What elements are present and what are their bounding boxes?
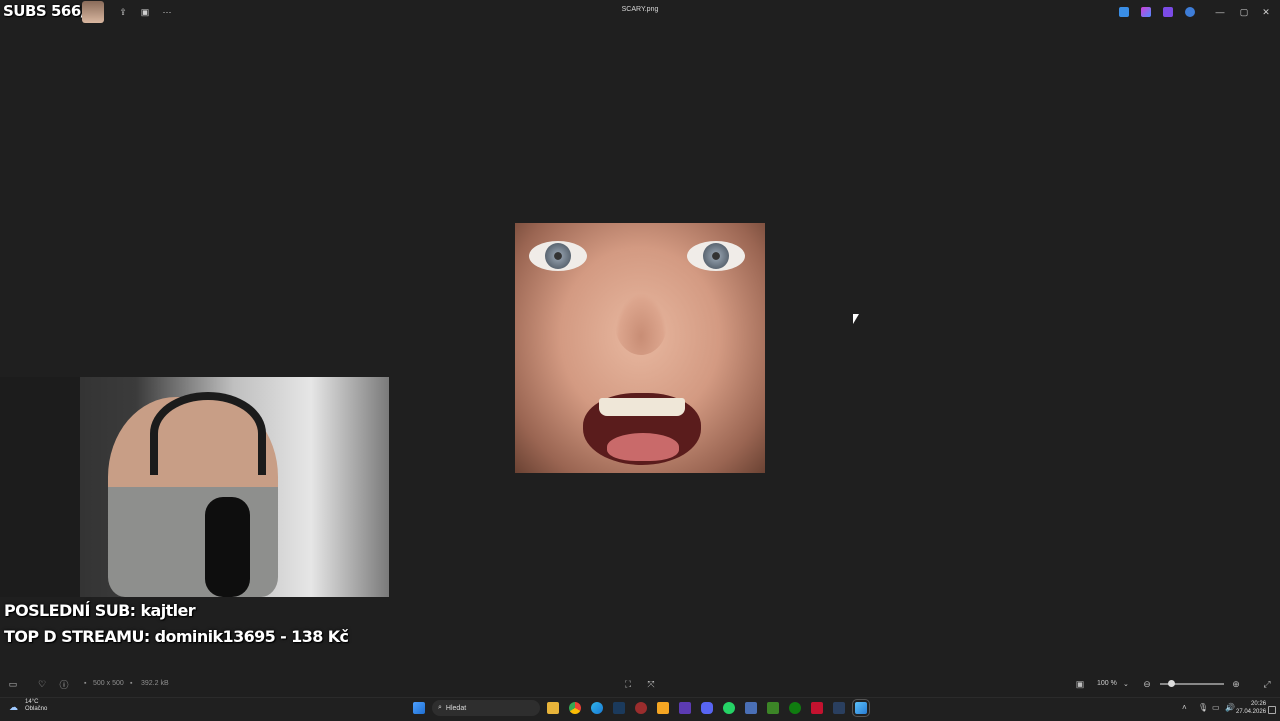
minecraft-icon[interactable] bbox=[767, 702, 779, 714]
microphone-tray-icon[interactable]: 🎙 bbox=[1198, 703, 1208, 712]
file-size: 392.2 kB bbox=[141, 680, 169, 687]
clock-date: 27.04.2026 bbox=[1236, 709, 1267, 715]
edge-icon[interactable] bbox=[591, 702, 603, 714]
image-dimensions: 500 x 500 bbox=[93, 680, 124, 687]
zoom-out-icon[interactable]: ⊖ bbox=[1141, 678, 1153, 690]
clipchamp-app-icon[interactable] bbox=[1163, 7, 1173, 17]
minimize-button[interactable]: — bbox=[1212, 4, 1228, 20]
teeth bbox=[599, 398, 685, 416]
edit-image-icon[interactable]: ▣ bbox=[138, 5, 152, 19]
filmstrip-icon[interactable]: ▭ bbox=[7, 678, 19, 690]
microphone bbox=[205, 497, 250, 597]
onedrive-icon[interactable] bbox=[1185, 7, 1195, 17]
search-placeholder: Hledat bbox=[445, 704, 467, 712]
app-icon-blue[interactable] bbox=[745, 702, 757, 714]
app-icon-purple[interactable] bbox=[679, 702, 691, 714]
favorite-icon[interactable]: ♡ bbox=[36, 678, 48, 690]
weather-desc: Oblačno bbox=[25, 706, 48, 712]
file-size-icon: ▪ bbox=[130, 680, 133, 687]
chrome-icon[interactable] bbox=[569, 702, 581, 714]
photos-app-icon[interactable] bbox=[852, 699, 870, 717]
xbox-icon[interactable] bbox=[789, 702, 801, 714]
zoom-slider-knob[interactable] bbox=[1168, 680, 1175, 687]
weather-temp: 14°C bbox=[25, 699, 39, 705]
file-explorer-icon[interactable] bbox=[547, 702, 559, 714]
clock-time: 20:26 bbox=[1251, 701, 1267, 707]
start-button[interactable] bbox=[413, 702, 425, 714]
webcam-shelf bbox=[0, 377, 80, 597]
tray-chevron-up-icon[interactable]: ˄ bbox=[1182, 703, 1187, 712]
nose bbox=[615, 293, 667, 355]
volume-icon[interactable]: 🔊 bbox=[1225, 703, 1235, 712]
weather-icon[interactable]: ☁ bbox=[9, 702, 18, 713]
share-icon[interactable]: ⇪ bbox=[116, 5, 130, 19]
discord-icon[interactable] bbox=[701, 702, 713, 714]
fullscreen-icon[interactable]: ⤢ bbox=[1261, 678, 1273, 690]
app-icon-a[interactable] bbox=[811, 702, 823, 714]
app-icon-red[interactable] bbox=[635, 702, 647, 714]
info-icon[interactable]: ⓘ bbox=[58, 678, 70, 690]
taskbar-clock[interactable]: 20:26 27.04.2026 bbox=[1236, 700, 1266, 716]
weather-widget[interactable]: 14°C Oblačno bbox=[25, 699, 47, 713]
status-bar bbox=[0, 674, 1280, 694]
webcam-overlay bbox=[0, 377, 389, 597]
left-eye bbox=[529, 241, 587, 271]
network-icon[interactable]: ▭ bbox=[1212, 703, 1220, 712]
notification-icon[interactable] bbox=[1268, 706, 1276, 714]
window-title: SCARY.png bbox=[621, 6, 659, 13]
close-button[interactable]: ✕ bbox=[1258, 4, 1274, 20]
zoom-level[interactable]: 100 % bbox=[1097, 680, 1117, 687]
mouse-cursor-icon bbox=[853, 314, 859, 324]
right-eye bbox=[687, 241, 745, 271]
last-sub-text: POSLEDNÍ SUB: kajtler bbox=[4, 601, 196, 620]
tongue bbox=[607, 433, 679, 461]
displayed-image bbox=[515, 223, 765, 473]
search-icon: ⌕ bbox=[438, 704, 442, 711]
whatsapp-icon[interactable] bbox=[723, 702, 735, 714]
fit-to-window-icon[interactable]: ⛶ bbox=[622, 678, 634, 690]
subs-counter-text: SUBS 566/ bbox=[3, 2, 86, 20]
copilot-app-icon[interactable] bbox=[1141, 7, 1151, 17]
subs-avatar bbox=[82, 1, 104, 23]
top-donor-text: TOP D STREAMU: dominik13695 - 138 Kč bbox=[4, 627, 349, 646]
taskbar-search[interactable]: ⌕ Hledat bbox=[432, 700, 540, 716]
zoom-in-icon[interactable]: ⊕ bbox=[1230, 678, 1242, 690]
headphones bbox=[150, 392, 266, 475]
app-icon-yellow[interactable] bbox=[657, 702, 669, 714]
more-options-icon[interactable]: ⋯ bbox=[160, 5, 174, 19]
app-icon-dark-blue[interactable] bbox=[833, 702, 845, 714]
chevron-down-icon[interactable]: ⌄ bbox=[1123, 680, 1129, 688]
maximize-button[interactable]: ▢ bbox=[1236, 4, 1252, 20]
steam-icon[interactable] bbox=[613, 702, 625, 714]
actual-size-icon[interactable]: ⤧ bbox=[645, 678, 657, 690]
designer-app-icon[interactable] bbox=[1119, 7, 1129, 17]
fit-screen-icon[interactable]: ▣ bbox=[1074, 678, 1086, 690]
subs-counter-overlay: SUBS 566/ bbox=[3, 1, 86, 21]
dimensions-icon: ▪ bbox=[84, 680, 87, 687]
